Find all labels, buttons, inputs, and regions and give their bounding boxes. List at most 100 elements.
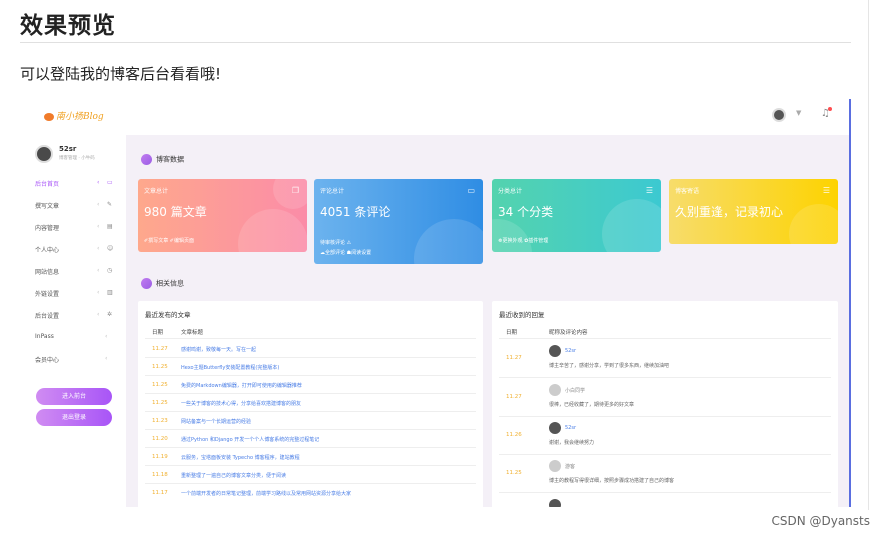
scrollbar[interactable] xyxy=(849,99,851,507)
comment-text: 谢谢，我会继续努力 xyxy=(549,440,595,446)
commenter-avatar[interactable] xyxy=(549,345,561,357)
user-icon: ☺ xyxy=(107,245,114,252)
comment-date: 11.27 xyxy=(506,394,522,400)
sidebar-item-label: 撰写文章 xyxy=(35,203,60,210)
copy-icon: ❐ xyxy=(291,186,299,195)
sidebar-item-site-info[interactable]: 网站信息 ‹ ◷ xyxy=(35,267,115,279)
recent-posts-panel: 最近发布的文章 日期 文章标题 11.27 感谢鸣谢，致敬每一天。写在一起 11… xyxy=(138,301,483,507)
post-date: 11.25 xyxy=(152,382,168,388)
article-heading: 效果预览 xyxy=(20,13,116,39)
chevron-left-icon: ‹ xyxy=(97,223,100,230)
post-date: 11.18 xyxy=(152,472,168,478)
card-decoration xyxy=(414,219,483,264)
sidebar-item-profile[interactable]: 个人中心 ‹ ☺ xyxy=(35,245,115,257)
card-links[interactable]: ☸更换外观 ✿插件管理 xyxy=(498,237,548,244)
post-title-link[interactable]: 免费的Markdown编辑器，打开即可使用的编辑器推荐 xyxy=(181,382,471,389)
logout-button[interactable]: 退出登录 xyxy=(36,409,112,426)
post-title-link[interactable]: 一个前端开发者的日常笔记整理，前端学习路线以及常用网站资源分享给大家 xyxy=(181,490,471,497)
sidebar-item-write[interactable]: 撰写文章 ‹ ✎ xyxy=(35,201,115,213)
column-header-content: 昵称及评论内容 xyxy=(549,330,588,336)
card-links[interactable]: ☁全部评论 ☗阅读设置 xyxy=(320,249,371,256)
card-value: 34 个分类 xyxy=(498,205,554,219)
motto-card: 博客寄语 久别重逢，记录初心 ☰ xyxy=(669,179,838,244)
comment-date: 11.27 xyxy=(506,355,522,361)
column-header-title: 文章标题 xyxy=(181,330,204,336)
post-title-link[interactable]: 网站备案与一个长期运营的经验 xyxy=(181,418,471,425)
post-date: 11.27 xyxy=(152,346,168,352)
sidebar-item-label: 内容管理 xyxy=(35,225,60,232)
commenter-name[interactable]: 52sr xyxy=(565,348,576,354)
sidebar-item-members[interactable]: 会员中心 ‹ xyxy=(35,355,115,367)
admin-dashboard-screenshot: 南小扬Blog ▼ ♫ 52sr 博客管理 · 小牛码 后台首页 ‹ ▭ 撰写文章 ‹… xyxy=(28,99,851,507)
sidebar-item-label: 会员中心 xyxy=(35,357,60,364)
commenter-avatar[interactable] xyxy=(549,460,561,472)
table-divider xyxy=(499,492,831,493)
commenter-avatar[interactable] xyxy=(549,422,561,434)
layers-icon: ☰ xyxy=(822,186,830,195)
blog-logo[interactable]: 南小扬Blog xyxy=(44,109,104,122)
chevron-left-icon: ‹ xyxy=(97,267,100,274)
chevron-down-icon[interactable]: ▼ xyxy=(796,109,801,117)
commenter-name[interactable]: 游客 xyxy=(565,463,575,470)
comment-date: 11.26 xyxy=(506,432,522,438)
card-decoration xyxy=(789,204,838,244)
post-date: 11.19 xyxy=(152,454,168,460)
card-value: 久别重逢，记录初心 xyxy=(675,205,784,219)
logo-text: 南小扬Blog xyxy=(56,112,104,122)
post-date: 11.23 xyxy=(152,418,168,424)
sidebar-item-label: 个人中心 xyxy=(35,247,60,254)
chevron-left-icon: ‹ xyxy=(105,355,108,362)
sidebar-item-links[interactable]: 外链设置 ‹ ▥ xyxy=(35,289,115,301)
sidebar-item-label: 后台设置 xyxy=(35,313,60,320)
user-subtitle: 博客管理 · 小牛码 xyxy=(59,156,95,161)
commenter-name[interactable]: 52sr xyxy=(565,425,576,431)
sidebar-item-label: 网站信息 xyxy=(35,269,60,276)
related-section-title: 相关信息 xyxy=(141,278,184,289)
table-divider xyxy=(145,429,476,430)
layers-icon: ☰ xyxy=(645,186,653,195)
commenter-avatar[interactable] xyxy=(549,384,561,396)
sidebar-item-dashboard[interactable]: 后台首页 ‹ ▭ xyxy=(35,179,115,191)
sidebar-item-content[interactable]: 内容管理 ‹ ▤ xyxy=(35,223,115,235)
table-divider xyxy=(145,465,476,466)
post-title-link[interactable]: 感谢鸣谢，致敬每一天。写在一起 xyxy=(181,346,471,353)
content-border xyxy=(868,0,869,510)
sidebar-item-label: InPass xyxy=(35,333,54,340)
chevron-left-icon: ‹ xyxy=(97,179,100,186)
avatar[interactable] xyxy=(772,108,786,122)
info-icon: ◷ xyxy=(107,267,113,274)
card-links[interactable]: ✐撰写文章 ✐编辑页面 xyxy=(144,237,194,244)
card-title: 博客寄语 xyxy=(675,188,700,195)
category-stats-card: 分类总计 34 个分类 ☸更换外观 ✿插件管理 ☰ xyxy=(492,179,661,252)
table-divider xyxy=(145,357,476,358)
user-avatar[interactable] xyxy=(35,145,53,163)
table-divider xyxy=(145,393,476,394)
sidebar-item-inpass[interactable]: InPass ‹ xyxy=(35,333,115,345)
admin-topbar: 南小扬Blog ▼ ♫ xyxy=(28,99,849,135)
logo-icon xyxy=(44,112,54,121)
panel-title: 最近发布的文章 xyxy=(145,311,191,319)
table-divider xyxy=(145,375,476,376)
post-title-link[interactable]: 一些关于博客的技术心得，分享给喜欢搭建博客的朋友 xyxy=(181,400,471,407)
post-title-link[interactable]: Hexo主题Butterfly安装配置教程(完整版本) xyxy=(181,364,471,371)
post-title-link[interactable]: 通过Python 和Django 开发一个个人博客系统的完整过程笔记 xyxy=(181,436,471,443)
folder-icon: ▥ xyxy=(107,289,113,296)
card-decoration xyxy=(238,209,307,252)
card-value: 980 篇文章 xyxy=(144,205,207,219)
column-header-date: 日期 xyxy=(506,330,518,336)
article-paragraph: 可以登陆我的博客后台看看哦! xyxy=(20,65,222,83)
post-date: 11.25 xyxy=(152,400,168,406)
commenter-avatar[interactable] xyxy=(549,499,561,507)
sidebar-item-settings[interactable]: 后台设置 ‹ ✲ xyxy=(35,311,115,323)
sidebar-item-label: 后台首页 xyxy=(35,181,60,188)
chevron-left-icon: ‹ xyxy=(97,245,100,252)
article-stats-card: 文章总计 980 篇文章 ✐撰写文章 ✐编辑页面 ❐ xyxy=(138,179,307,252)
card-pending[interactable]: 待审核评论 ⚠ xyxy=(320,239,351,246)
panel-title: 最近收到的回复 xyxy=(499,311,545,319)
post-title-link[interactable]: 云服务，宝塔面板安装 Typecho 博客程序，建站教程 xyxy=(181,454,471,461)
post-date: 11.20 xyxy=(152,436,168,442)
monitor-icon: ▭ xyxy=(107,179,113,186)
enter-frontend-button[interactable]: 进入前台 xyxy=(36,388,112,405)
commenter-name[interactable]: 小白同学 xyxy=(565,387,585,394)
post-title-link[interactable]: 重新整理了一遍自己的博客文章分类，便于阅读 xyxy=(181,472,471,479)
